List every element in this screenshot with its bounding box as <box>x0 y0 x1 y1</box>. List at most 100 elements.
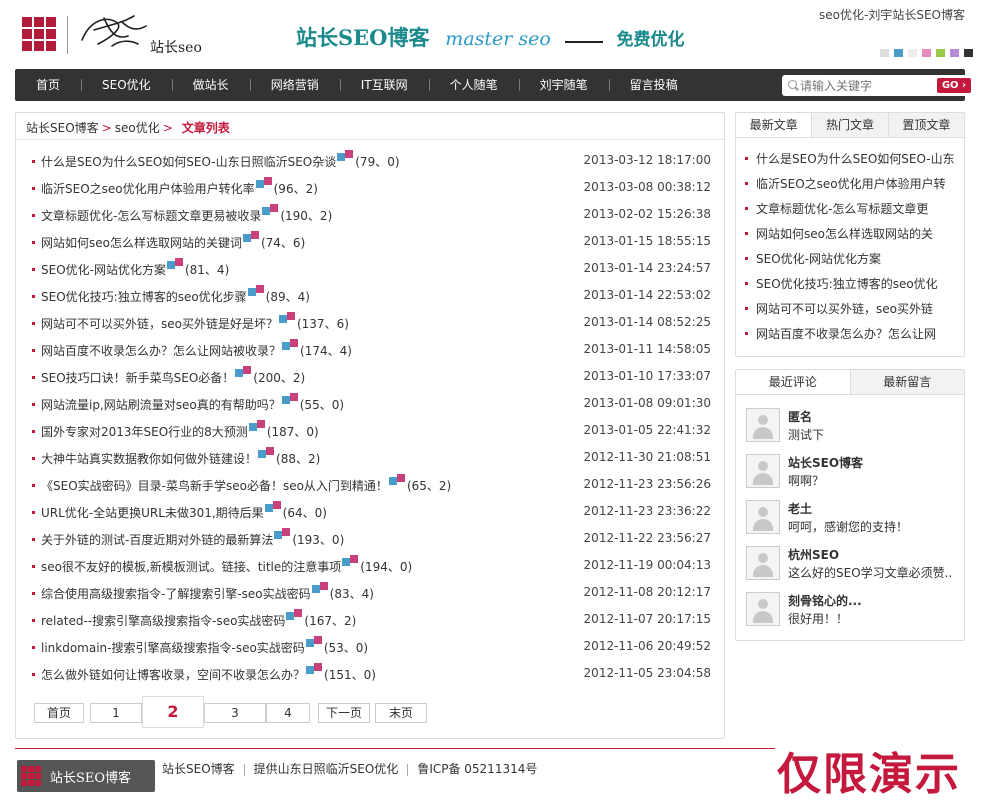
comment-author[interactable]: 站长SEO博客 <box>788 454 863 471</box>
comment-author[interactable]: 老土 <box>788 500 812 517</box>
article-title-link[interactable]: 文章标题优化-怎么写标题文章更易被收录 <box>41 209 261 223</box>
nav-item-home[interactable]: 首页 <box>15 69 81 101</box>
article-title-link[interactable]: 临沂SEO之seo优化用户体验用户转化率 <box>41 182 255 196</box>
comment-author[interactable]: 刻骨铭心的... <box>788 592 862 609</box>
page-last-button[interactable]: 末页 <box>375 703 427 723</box>
theme-swatch[interactable] <box>880 49 889 57</box>
article-counts: (65、2) <box>406 479 452 493</box>
article-title-link[interactable]: 网站百度不收录怎么办？怎么让网站被收录？ <box>41 344 281 358</box>
article-row: SEO优化-网站优化方案 (81、4) 2013-01-14 23:24:57 <box>32 258 712 285</box>
theme-swatch[interactable] <box>922 49 931 57</box>
tab-hot-articles[interactable]: 热门文章 <box>811 113 887 137</box>
article-title-link[interactable]: 《SEO实战密码》目录-菜鸟新手学seo必备！seo从入门到精通！ <box>41 479 388 493</box>
tab-recent-comments[interactable]: 最近评论 <box>736 370 850 394</box>
sidebar-article-item[interactable]: 什么是SEO为什么SEO如何SEO-山东 <box>745 147 955 172</box>
comment-item[interactable]: 老土 呵呵，感谢您的支持！ <box>746 500 964 546</box>
page-4-button[interactable]: 4 <box>266 703 310 723</box>
nav-item-essays[interactable]: 个人随笔 <box>428 69 519 101</box>
sidebar-article-title[interactable]: SEO优化技巧:独立博客的seo优化 <box>756 275 938 292</box>
article-title-link[interactable]: 怎么做外链如何让博客收录，空间不收录怎么办？ <box>41 668 305 682</box>
sidebar-article-item[interactable]: 文章标题优化-怎么写标题文章更 <box>745 197 955 222</box>
article-title-link[interactable]: 网站流量ip,网站刷流量对seo真的有帮助吗？ <box>41 398 281 412</box>
sidebar-article-item[interactable]: 临沂SEO之seo优化用户体验用户转 <box>745 172 955 197</box>
article-title-link[interactable]: 关于外链的测试-百度近期对外链的最新算法 <box>41 533 273 547</box>
sidebar-article-title[interactable]: 文章标题优化-怎么写标题文章更 <box>756 200 928 217</box>
comment-text[interactable]: 呵呵，感谢您的支持！ <box>788 518 953 535</box>
sidebar-article-title[interactable]: 网站百度不收录怎么办？怎么让网 <box>756 325 936 342</box>
theme-swatch[interactable] <box>908 49 917 57</box>
theme-swatch[interactable] <box>950 49 959 57</box>
sidebar-article-item[interactable]: SEO优化技巧:独立博客的seo优化 <box>745 272 955 297</box>
avatar-icon[interactable] <box>746 500 780 534</box>
article-title-link[interactable]: SEO优化技巧:独立博客的seo优化步骤 <box>41 290 247 304</box>
nav-item-webmaster[interactable]: 做站长 <box>171 69 250 101</box>
nav-item-guestbook[interactable]: 留言投稿 <box>608 69 699 101</box>
search-icon <box>788 80 797 89</box>
logo-grid-icon[interactable] <box>22 17 56 51</box>
article-title-line: 网站流量ip,网站刷流量对seo真的有帮助吗？ (55、0) <box>41 393 344 413</box>
article-title-line: SEO技巧口诀！新手菜鸟SEO必备！ (200、2) <box>41 366 305 386</box>
footer-logo[interactable]: 站长SEO博客 <box>17 760 155 792</box>
footer-icp[interactable]: 鲁ICP备 05211314号 <box>417 762 537 776</box>
tab-latest-articles[interactable]: 最新文章 <box>736 113 812 137</box>
comment-text[interactable]: 啊啊？ <box>788 472 953 489</box>
page-3-button[interactable]: 3 <box>204 703 266 723</box>
tab-pinned-articles[interactable]: 置顶文章 <box>887 113 964 137</box>
footer-link-blog[interactable]: 站长SEO博客 <box>162 762 235 776</box>
sidebar-article-title[interactable]: 临沂SEO之seo优化用户体验用户转 <box>756 175 946 192</box>
avatar-icon[interactable] <box>746 592 780 626</box>
sidebar-article-title[interactable]: 网站可不可以买外链，seo买外链 <box>756 300 933 317</box>
nav-item-liuyu[interactable]: 刘宇随笔 <box>518 69 609 101</box>
article-title-link[interactable]: 什么是SEO为什么SEO如何SEO-山东日照临沂SEO杂谈 <box>41 155 336 169</box>
breadcrumb-category[interactable]: seo优化 <box>115 121 160 135</box>
sidebar-article-title[interactable]: 网站如何seo怎么样选取网站的关 <box>756 225 933 242</box>
avatar-icon[interactable] <box>746 408 780 442</box>
article-title-link[interactable]: 网站可不可以买外链，seo买外链是好是坏？ <box>41 317 278 331</box>
sidebar-article-item[interactable]: 网站如何seo怎么样选取网站的关 <box>745 222 955 247</box>
comment-item[interactable]: 杭州SEO 这么好的SEO学习文章必须赞... <box>746 546 964 592</box>
breadcrumb-home[interactable]: 站长SEO博客 <box>26 121 99 135</box>
page-1-button[interactable]: 1 <box>90 703 142 723</box>
article-title-link[interactable]: 综合使用高级搜索指令-了解搜索引擎-seo实战密码 <box>41 587 311 601</box>
sidebar-article-item[interactable]: SEO优化-网站优化方案 <box>745 247 955 272</box>
tab-latest-messages[interactable]: 最新留言 <box>849 370 965 394</box>
comment-text[interactable]: 很好用！！ <box>788 610 953 627</box>
article-title-link[interactable]: seo很不友好的模板,新模板测试。链接、title的注意事项 <box>41 560 341 574</box>
page-first-button[interactable]: 首页 <box>34 703 84 723</box>
sidebar-article-title[interactable]: 什么是SEO为什么SEO如何SEO-山东 <box>756 150 955 167</box>
comment-item[interactable]: 匿名 测试下 <box>746 408 964 454</box>
article-row: seo很不友好的模板,新模板测试。链接、title的注意事项 (194、0) 201… <box>32 555 712 582</box>
article-counts: (89、4) <box>265 290 310 304</box>
sidebar-article-item[interactable]: 网站可不可以买外链，seo买外链 <box>745 297 955 322</box>
sidebar-article-item[interactable]: 网站百度不收录怎么办？怎么让网 <box>745 322 955 347</box>
article-title-link[interactable]: SEO优化-网站优化方案 <box>41 263 166 277</box>
search-input[interactable] <box>800 77 930 94</box>
article-title-link[interactable]: SEO技巧口诀！新手菜鸟SEO必备！ <box>41 371 234 385</box>
footer-link-service[interactable]: 提供山东日照临沂SEO优化 <box>254 762 399 776</box>
theme-swatch[interactable] <box>964 49 973 57</box>
comment-text[interactable]: 这么好的SEO学习文章必须赞... <box>788 564 953 581</box>
search-go-button[interactable]: GO › <box>937 78 971 93</box>
theme-swatch[interactable] <box>936 49 945 57</box>
comment-author[interactable]: 杭州SEO <box>788 546 839 563</box>
article-title-link[interactable]: 国外专家对2013年SEO行业的8大预测 <box>41 425 248 439</box>
bullet-icon <box>745 282 748 285</box>
page-2-button-current[interactable]: 2 <box>142 696 204 728</box>
page-next-button[interactable]: 下一页 <box>318 703 370 723</box>
avatar-icon[interactable] <box>746 454 780 488</box>
article-title-link[interactable]: 网站如何seo怎么样选取网站的关键词 <box>41 236 242 250</box>
comment-text[interactable]: 测试下 <box>788 426 953 443</box>
comment-item[interactable]: 站长SEO博客 啊啊？ <box>746 454 964 500</box>
nav-item-marketing[interactable]: 网络营销 <box>249 69 340 101</box>
article-title-link[interactable]: related--搜索引擎高级搜索指令-seo实战密码 <box>41 614 285 628</box>
theme-swatch[interactable] <box>894 49 903 57</box>
article-title-link[interactable]: linkdomain-搜索引擎高级搜索指令-seo实战密码 <box>41 641 305 655</box>
article-title-link[interactable]: 大神牛站真实数据教你如何做外链建设！ <box>41 452 257 466</box>
nav-item-it[interactable]: IT互联网 <box>339 69 429 101</box>
article-title-link[interactable]: URL优化-全站更换URL未做301,期待后果 <box>41 506 264 520</box>
nav-item-seo[interactable]: SEO优化 <box>81 69 172 101</box>
comment-author[interactable]: 匿名 <box>788 408 812 425</box>
comment-item[interactable]: 刻骨铭心的... 很好用！！ <box>746 592 964 638</box>
avatar-icon[interactable] <box>746 546 780 580</box>
sidebar-article-title[interactable]: SEO优化-网站优化方案 <box>756 250 881 267</box>
